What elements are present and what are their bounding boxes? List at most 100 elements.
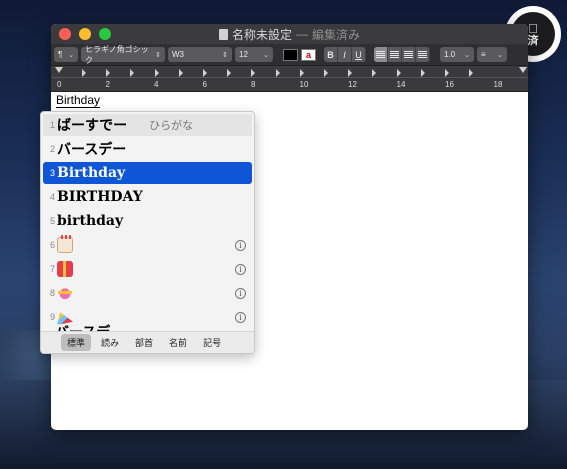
paragraph-style-popup[interactable]: ¶ ⌄: [54, 47, 78, 62]
candidate-number: 4: [49, 192, 55, 202]
marked-text: Birthday: [56, 93, 101, 108]
candidate-number: 2: [49, 144, 55, 154]
badge-text: 済: [527, 28, 539, 47]
chevron-updown-icon: ⇕: [222, 51, 228, 59]
candidate-tab[interactable]: 部首: [129, 334, 159, 351]
candidate-number: 8: [49, 288, 55, 298]
align-center-icon: [390, 50, 399, 59]
clipped-candidate-text: バースデ: [55, 322, 110, 331]
ruler-tick-label: 0: [57, 80, 62, 89]
candidate-text: バースデー: [57, 142, 127, 158]
tab-stop-marker[interactable]: [203, 69, 207, 77]
ime-candidate-window: 1 ばーすでー ひらがな 2 バースデー 3 Birthday 4 BIRTHDAY 5 birth…: [40, 111, 255, 354]
candidate-number: 3: [49, 168, 55, 178]
bold-button[interactable]: B: [324, 47, 338, 62]
tab-stop-marker[interactable]: [348, 69, 353, 77]
candidate-number: 7: [49, 264, 55, 274]
zoom-button[interactable]: [99, 28, 111, 40]
align-left-icon: [376, 50, 385, 59]
ruler-tick-label: 10: [299, 80, 309, 89]
candidate-tabs: 標準 読み 部首 名前 記号: [41, 331, 254, 353]
text-color-well[interactable]: [283, 48, 298, 61]
info-icon[interactable]: i: [235, 239, 246, 251]
align-right-icon: [404, 50, 413, 59]
window-title-status: 編集済み: [312, 27, 361, 42]
candidate-tab[interactable]: 名前: [163, 334, 193, 351]
ruler-tick-label: 2: [105, 80, 110, 89]
tab-stop-marker[interactable]: [445, 69, 449, 77]
align-right-button[interactable]: [402, 47, 416, 62]
title-bar[interactable]: 名称未設定 — 編集済み: [51, 24, 528, 44]
window-title: 名称未設定 — 編集済み: [51, 26, 528, 43]
candidate-number: 1: [49, 120, 55, 130]
font-family-popup[interactable]: ヒラギノ角ゴシック ⇕: [81, 45, 165, 65]
candidate-item[interactable]: 8i: [43, 282, 252, 304]
tab-stop-marker[interactable]: [251, 69, 256, 77]
font-family-value: ヒラギノ角ゴシック: [85, 44, 149, 65]
chevron-down-icon: ⌄: [464, 51, 470, 59]
info-icon[interactable]: i: [235, 263, 246, 275]
candidate-item[interactable]: 3 Birthday: [43, 162, 252, 184]
candidate-item[interactable]: 4 BIRTHDAY: [43, 186, 252, 208]
align-center-button[interactable]: [388, 47, 402, 62]
align-justify-button[interactable]: [416, 47, 430, 62]
info-icon[interactable]: i: [235, 311, 246, 323]
window-title-text: 名称未設定: [231, 27, 292, 42]
italic-button[interactable]: I: [338, 47, 352, 62]
left-indent-marker[interactable]: [55, 67, 63, 73]
cake-emoji-icon: [57, 235, 73, 253]
font-size-value: 12: [239, 50, 248, 59]
ruler-tick-label: 16: [445, 80, 454, 89]
align-justify-icon: [418, 50, 427, 59]
ruler-tick-label: 12: [348, 80, 357, 89]
tab-stop-marker[interactable]: [469, 69, 474, 77]
candidate-item[interactable]: 6i: [43, 234, 252, 256]
candidate-number: 6: [49, 240, 55, 250]
font-weight-popup[interactable]: W3 ⇕: [168, 47, 232, 62]
candidate-tab[interactable]: 読み: [95, 334, 125, 351]
font-weight-value: W3: [172, 50, 184, 59]
candidate-text: ばーすでー: [57, 118, 128, 134]
right-margin-marker[interactable]: [519, 67, 527, 73]
candidate-item[interactable]: 1 ばーすでー ひらがな: [43, 114, 252, 136]
ruler-tick-label: 6: [202, 80, 207, 89]
candidate-item[interactable]: 7i: [43, 258, 252, 280]
tab-stop-marker[interactable]: [82, 69, 86, 77]
candidate-tab[interactable]: 標準: [61, 334, 92, 351]
underline-button[interactable]: U: [352, 47, 366, 62]
ruler[interactable]: 0 2 4 6 8 10 12 14 16 18: [51, 66, 528, 92]
tab-stop-marker[interactable]: [299, 69, 304, 77]
tab-stop-marker[interactable]: [227, 69, 232, 77]
candidate-number: 5: [49, 216, 55, 226]
tab-stop-marker[interactable]: [106, 69, 111, 77]
ruler-tick-label: 14: [396, 80, 406, 89]
tab-stop-marker[interactable]: [178, 69, 183, 77]
tab-stop-marker[interactable]: [372, 69, 377, 77]
ruler-tick-label: 18: [493, 80, 503, 89]
list-style-popup[interactable]: ≡ ⌄: [477, 47, 507, 62]
info-icon[interactable]: i: [235, 287, 246, 299]
background-color-well[interactable]: a: [301, 48, 316, 61]
font-size-combo[interactable]: 12 ⌄: [235, 47, 273, 62]
tab-stop-marker[interactable]: [275, 69, 280, 77]
candidate-item[interactable]: 5 birthday: [43, 210, 252, 232]
tab-stop-marker[interactable]: [396, 69, 401, 77]
minimize-button[interactable]: [79, 28, 91, 40]
tab-stop-marker[interactable]: [420, 69, 425, 77]
tab-stop-marker[interactable]: [324, 69, 328, 77]
align-left-button[interactable]: [374, 47, 388, 62]
candidate-item[interactable]: 2 バースデー: [43, 138, 252, 160]
close-button[interactable]: [59, 28, 71, 40]
format-toolbar: ¶⌄ ヒラギノ角ゴシック⇕ W3 ⇕ 12 ⌄ a B I U 1.0⌄: [51, 44, 528, 66]
tab-stop-marker[interactable]: [130, 69, 135, 77]
alignment-segment: [374, 47, 430, 62]
list-icon: ≡: [481, 50, 486, 59]
chevron-down-icon: ⌄: [263, 51, 269, 59]
candidate-tab[interactable]: 記号: [197, 334, 227, 351]
candidate-text: Birthday: [57, 165, 126, 181]
ruler-baseline: [51, 77, 528, 78]
candidate-text: BIRTHDAY: [57, 189, 143, 205]
candidate-number: 9: [49, 312, 55, 322]
tab-stop-marker[interactable]: [154, 69, 159, 77]
line-spacing-popup[interactable]: 1.0 ⌄: [440, 47, 474, 62]
